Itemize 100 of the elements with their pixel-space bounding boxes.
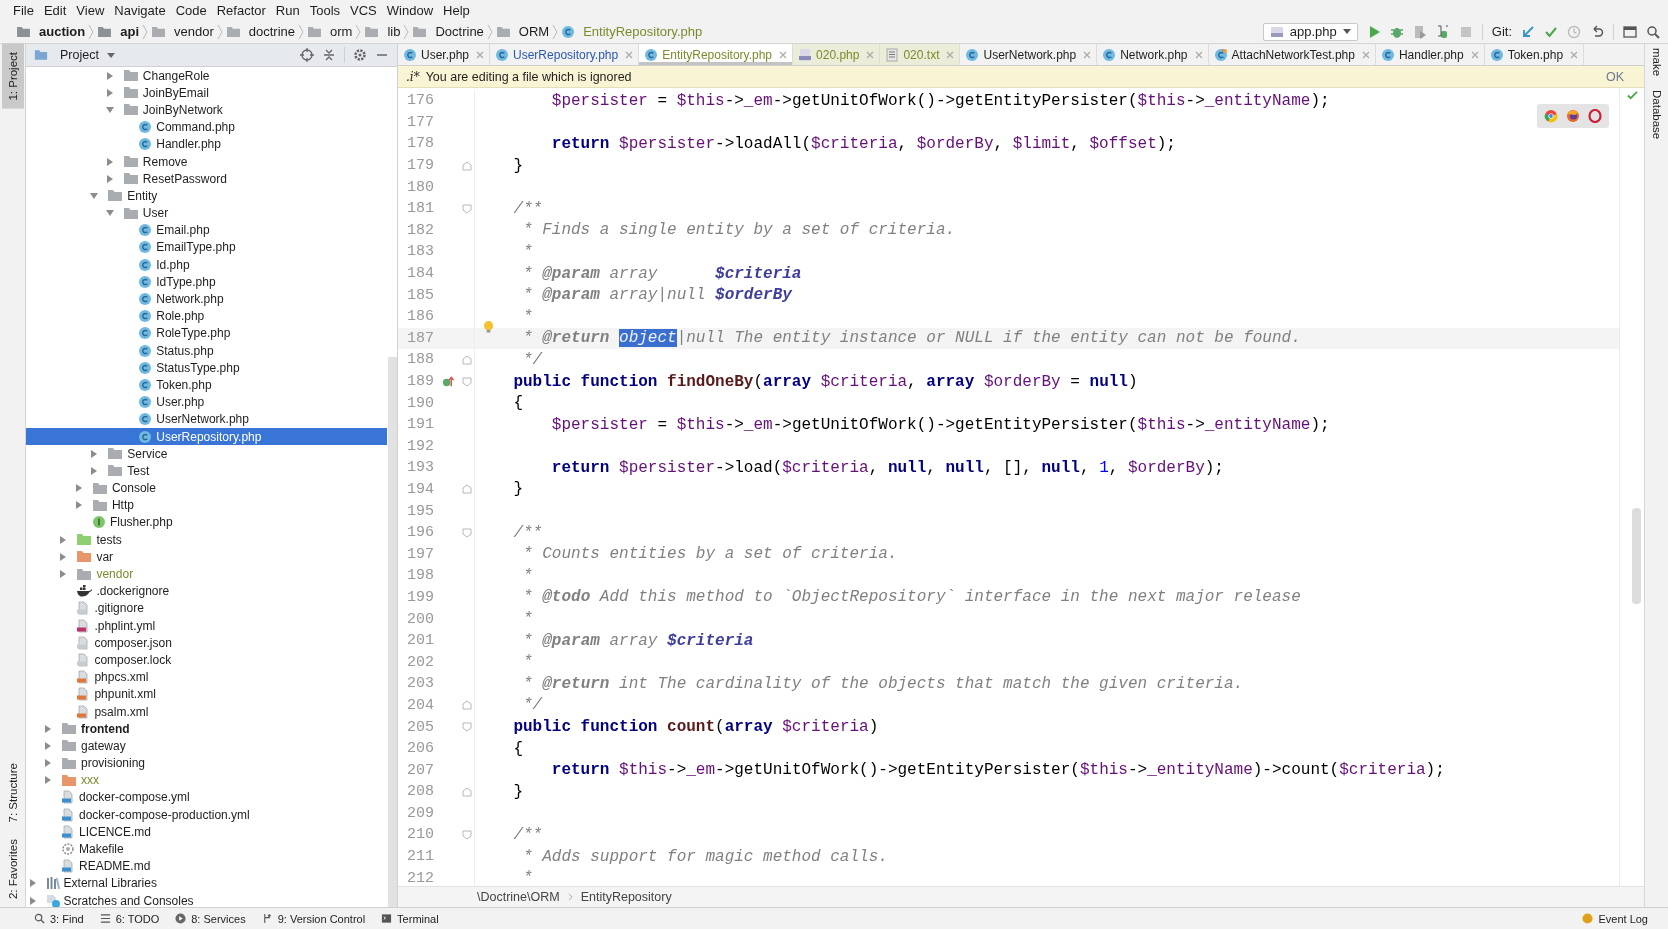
collapse-all-icon[interactable] [322,48,336,62]
fold-marker-icon[interactable] [461,700,472,711]
tree-item[interactable]: Id.php [26,256,387,274]
close-icon[interactable] [1570,50,1579,59]
editor-tab[interactable]: UserNetwork.php [960,44,1098,65]
tree-item[interactable]: Token.php [26,376,387,394]
tree-item[interactable]: docker-compose-production.yml [26,806,387,824]
menu-item[interactable]: Tools [304,2,346,18]
close-icon[interactable] [625,50,634,59]
tree-item[interactable]: Http [26,496,387,514]
fold-marker-icon[interactable] [461,722,472,732]
breadcrumb-item[interactable]: doctrine [225,24,296,39]
expand-arrow-icon[interactable] [104,70,115,81]
tree-item[interactable]: User.php [26,393,387,411]
fold-marker-icon[interactable] [461,786,472,797]
breadcrumb-item[interactable]: ORM [495,24,550,39]
tool-window-button[interactable]: 9: Version Control [261,912,366,925]
tree-item[interactable]: psalm.xml [26,702,387,721]
close-icon[interactable] [1470,50,1479,59]
close-icon[interactable] [1083,50,1092,59]
tree-item[interactable]: docker-compose.yml [26,788,387,807]
tree-item[interactable]: .phplint.yml [26,617,387,635]
tree-item[interactable]: provisioning [26,754,387,772]
fold-marker-icon[interactable] [461,376,472,387]
close-icon[interactable] [779,50,788,59]
override-method-icon[interactable] [441,375,455,388]
menu-item[interactable]: Refactor [211,2,271,18]
expand-arrow-icon[interactable] [27,895,38,906]
tree-item[interactable]: frontend [26,720,387,738]
tree-item[interactable]: Email.php [26,221,387,239]
breadcrumb-item[interactable]: Doctrine [412,24,484,39]
search-icon[interactable] [1646,24,1660,39]
tree-item[interactable]: Service [26,445,387,463]
collapse-arrow-icon[interactable] [104,104,115,115]
tree-item[interactable]: composer.lock [26,651,387,669]
tree-item[interactable]: StatusType.php [26,359,387,377]
tree-item[interactable]: gateway [26,737,387,755]
expand-arrow-icon[interactable] [43,775,53,786]
menu-item[interactable]: Edit [38,2,72,18]
window-icon[interactable] [1623,24,1637,39]
tree-item[interactable]: vendor [26,565,387,583]
editor-tab[interactable]: AttachNetworkTest.php [1208,44,1376,65]
browser-icon[interactable] [1588,109,1602,123]
tree-item[interactable]: xxx [26,771,387,789]
coverage-icon[interactable] [1412,24,1427,39]
close-icon[interactable] [1194,50,1203,59]
expand-arrow-icon[interactable] [104,156,115,167]
tree-item[interactable]: LICENCE.md [26,823,387,841]
collapse-arrow-icon[interactable] [89,190,100,201]
tree-item[interactable]: UserRepository.php [26,427,387,446]
fold-marker-icon[interactable] [461,830,472,840]
tree-item[interactable]: Role.php [26,307,387,325]
menu-item[interactable]: View [71,2,110,18]
tree-item[interactable]: ChangeRole [26,67,387,85]
breadcrumb-item[interactable]: EntityRepository [580,890,672,904]
tree-item[interactable]: Makefile [26,840,387,858]
tool-window-tab[interactable]: 7: Structure [1,755,24,831]
tool-window-button[interactable]: 8: Services [175,912,246,925]
browser-icon[interactable] [1544,109,1558,123]
tree-item[interactable]: Status.php [26,342,387,360]
browser-icon[interactable] [1566,109,1580,123]
tree-item[interactable]: Scratches and Consoles [26,892,387,907]
tool-window-tab[interactable]: 2: Favorites [1,830,24,907]
editor-tab[interactable]: Handler.php [1375,44,1485,65]
tree-item[interactable]: Handler.php [26,135,387,153]
editor-tab[interactable]: Network.php [1097,44,1209,65]
profiler-icon[interactable] [1435,24,1450,39]
tree-item[interactable]: tests [26,531,387,549]
close-icon[interactable] [1361,50,1370,59]
tree-item[interactable]: UserNetwork.php [26,410,387,428]
tree-item[interactable]: Remove [26,152,387,171]
tree-item[interactable]: IdType.php [26,273,387,291]
menu-item[interactable]: Run [270,2,305,18]
fold-marker-icon[interactable] [461,527,472,538]
fold-marker-icon[interactable] [461,160,472,171]
tool-window-button[interactable]: 6: TODO [99,912,160,925]
tree-item[interactable]: composer.json [26,634,387,652]
project-view-dropdown[interactable]: Project [60,48,115,62]
breadcrumb-item[interactable]: api [97,24,140,39]
tree-item[interactable]: ResetPassword [26,170,387,188]
close-icon[interactable] [946,50,955,59]
tool-window-tab[interactable]: Database [1650,86,1663,144]
editor-tab[interactable]: User.php [398,44,491,65]
menu-item[interactable]: File [8,2,39,18]
scrollbar-thumb[interactable] [1632,508,1641,604]
tree-item[interactable]: RoleType.php [26,324,387,342]
tree-item[interactable]: Test [26,462,387,480]
tree-item[interactable]: Command.php [26,118,387,136]
breadcrumb-item[interactable]: lib [364,24,401,39]
tool-window-tab[interactable]: make [1650,44,1663,81]
tree-item[interactable]: JoinByNetwork [26,101,387,119]
breadcrumb-item[interactable]: vendor [151,24,214,39]
tool-window-button[interactable]: Terminal [381,912,439,925]
editor-tab[interactable]: Token.php [1484,44,1585,65]
tree-item[interactable]: .dockerignore [26,582,387,600]
menu-item[interactable]: Window [381,2,439,18]
expand-arrow-icon[interactable] [73,483,84,494]
tree-item[interactable]: phpunit.xml [26,685,387,703]
menu-item[interactable]: Navigate [109,2,171,18]
tree-item[interactable]: Entity [26,187,387,205]
